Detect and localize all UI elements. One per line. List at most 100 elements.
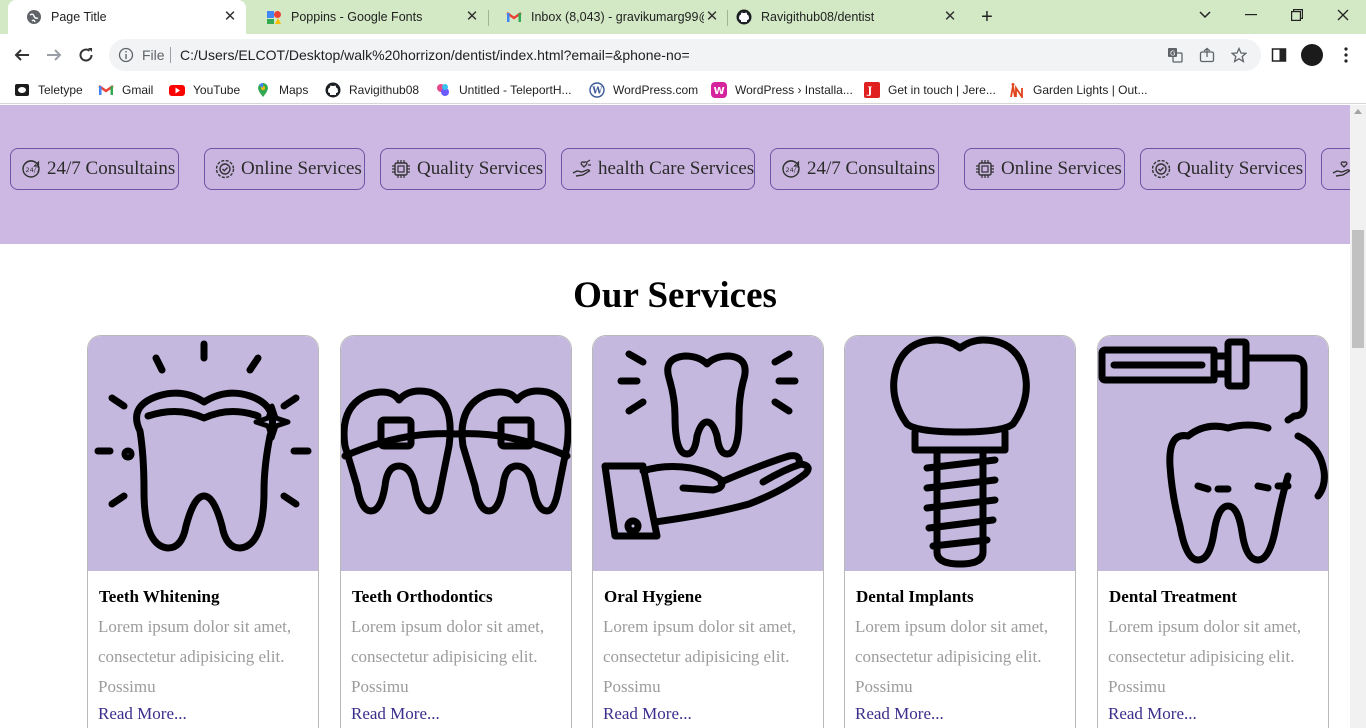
read-more-link[interactable]: Read More... [603,704,692,724]
reload-icon [79,48,93,62]
bookmark-label: YouTube [193,83,241,97]
marquee-label: Online Services [1001,158,1122,179]
minimize-icon[interactable] [1229,0,1273,30]
back-arrow-icon [14,49,29,61]
dental-implant-icon [845,336,1075,571]
tab-title: Ravigithub08/dentist [761,10,875,24]
bookmark-teleporthq[interactable]: Untitled - TeleportH... [435,81,572,99]
bookmark-jeremy[interactable]: J Get in touch | Jere... [864,81,996,99]
scrollbar-thumb[interactable] [1352,230,1364,348]
url-text[interactable]: C:/Users/ELCOT/Desktop/walk%20horrizon/d… [180,47,690,63]
svg-text:24/7: 24/7 [786,166,801,174]
marquee-pill: Online Services [204,148,365,190]
youtube-icon [169,82,185,98]
close-tab-icon[interactable]: ✕ [222,9,238,25]
card-description: Lorem ipsum dolor sit amet, consectetur … [98,617,292,696]
tab-title: Poppins - Google Fonts [291,10,423,24]
bookmark-wordpress-com[interactable]: W WordPress.com [589,81,698,99]
teleporthq-icon [435,82,451,98]
bookmark-maps[interactable]: Maps [255,81,308,99]
translate-icon[interactable]: G [1167,47,1183,63]
forward-button[interactable] [40,41,68,69]
bookmark-label: Untitled - TeleportH... [459,83,572,97]
card-title: Oral Hygiene [604,587,702,606]
wordpress-icon: W [589,82,605,98]
profile-avatar[interactable] [1301,44,1323,66]
bookmark-wordpress-install[interactable]: W WordPress › Installa... [711,81,853,99]
tab-gmail-inbox[interactable]: Inbox (8,043) - gravikumarg99@g ✕ [488,0,728,34]
bookmark-gmail[interactable]: Gmail [98,81,153,99]
bookmark-star-icon[interactable] [1231,47,1247,63]
marquee-label: Quality Services [417,158,544,179]
bookmark-label: Maps [279,83,309,97]
tab-github-dentist[interactable]: Ravigithub08/dentist ✕ [718,0,966,34]
google-fonts-icon [266,9,282,25]
back-button[interactable] [8,41,36,69]
bookmark-teletype[interactable]: Teletype [14,81,83,99]
clock-24-icon: 24/7 [781,159,801,179]
read-more-link[interactable]: Read More... [855,704,944,724]
svg-text:J: J [867,86,873,97]
svg-text:W: W [714,86,725,97]
menu-kebab-icon[interactable] [1336,45,1356,65]
braces-icon [341,336,571,571]
marquee-pill: health Care Services [561,148,755,190]
close-tab-icon[interactable]: ✕ [942,9,958,25]
chip-icon [975,159,995,179]
address-divider [170,47,171,63]
maps-icon [255,82,271,98]
chip-icon [391,159,411,179]
marquee-pill: Quality Services [380,148,546,190]
bookmark-label: WordPress.com [613,83,699,97]
restore-icon[interactable] [1275,0,1319,30]
jeremy-icon: J [864,82,880,98]
reload-button[interactable] [72,41,100,69]
bookmark-ravigithub08[interactable]: Ravigithub08 [325,81,419,99]
dental-drill-icon [1098,336,1328,571]
bookmark-garden-lights[interactable]: Garden Lights | Out... [1009,81,1148,99]
hand-heart-icon [1332,159,1350,179]
service-card-oral-hygiene: Oral Hygiene Lorem ipsum dolor sit amet,… [592,335,824,728]
card-title: Dental Implants [856,587,974,606]
address-bar[interactable]: File C:/Users/ELCOT/Desktop/walk%20horri… [109,39,1261,71]
marquee-pill: 24/7 24/7 Consultains [770,148,939,190]
side-panel-icon[interactable] [1269,45,1289,65]
service-card-dental-treatment: Dental Treatment Lorem ipsum dolor sit a… [1097,335,1329,728]
read-more-link[interactable]: Read More... [1108,704,1197,724]
svg-text:G: G [1170,50,1175,58]
tab-strip: Page Title ✕ Poppins - Google Fonts ✕ In… [0,0,1366,34]
page-scrollbar[interactable] [1350,105,1366,728]
share-icon[interactable] [1199,47,1215,63]
read-more-link[interactable]: Read More... [351,704,440,724]
service-card-dental-implants: Dental Implants Lorem ipsum dolor sit am… [844,335,1076,728]
info-icon[interactable] [118,47,134,63]
wordpress-install-icon: W [711,82,727,98]
card-description: Lorem ipsum dolor sit amet, consectetur … [603,617,797,696]
marquee-pill: 24/7 24/7 Consultains [10,148,179,190]
badge-check-icon [215,159,235,179]
forward-arrow-icon [47,49,62,61]
tooth-in-hand-icon [593,336,823,571]
close-window-icon[interactable] [1321,0,1365,30]
tab-google-fonts[interactable]: Poppins - Google Fonts ✕ [248,0,488,34]
new-tab-button[interactable]: + [976,5,998,29]
bookmark-label: Teletype [38,83,83,97]
tab-search-chevron-icon[interactable] [1183,0,1227,30]
bookmark-label: Ravigithub08 [349,83,420,97]
read-more-link[interactable]: Read More... [98,704,187,724]
browser-toolbar: File C:/Users/ELCOT/Desktop/walk%20horri… [0,34,1366,76]
marquee-label: Quality Services [1177,158,1304,179]
service-card-teeth-orthodontics: Teeth Orthodontics Lorem ipsum dolor sit… [340,335,572,728]
page-viewport: 24/7 24/7 Consultains Online Services Qu… [0,105,1350,728]
marquee-pill [1321,148,1350,190]
card-description: Lorem ipsum dolor sit amet, consectetur … [351,617,545,696]
bookmark-label: WordPress › Installa... [735,83,853,97]
close-tab-icon[interactable]: ✕ [464,9,480,25]
tab-title: Inbox (8,043) - gravikumarg99@g [531,10,704,24]
tab-page-title[interactable]: Page Title ✕ [8,0,246,34]
bookmark-youtube[interactable]: YouTube [169,81,240,99]
clock-24-icon: 24/7 [21,159,41,179]
card-title: Teeth Whitening [99,587,220,606]
scroll-up-arrow-icon[interactable] [1354,109,1362,114]
tab-title: Page Title [51,10,107,24]
